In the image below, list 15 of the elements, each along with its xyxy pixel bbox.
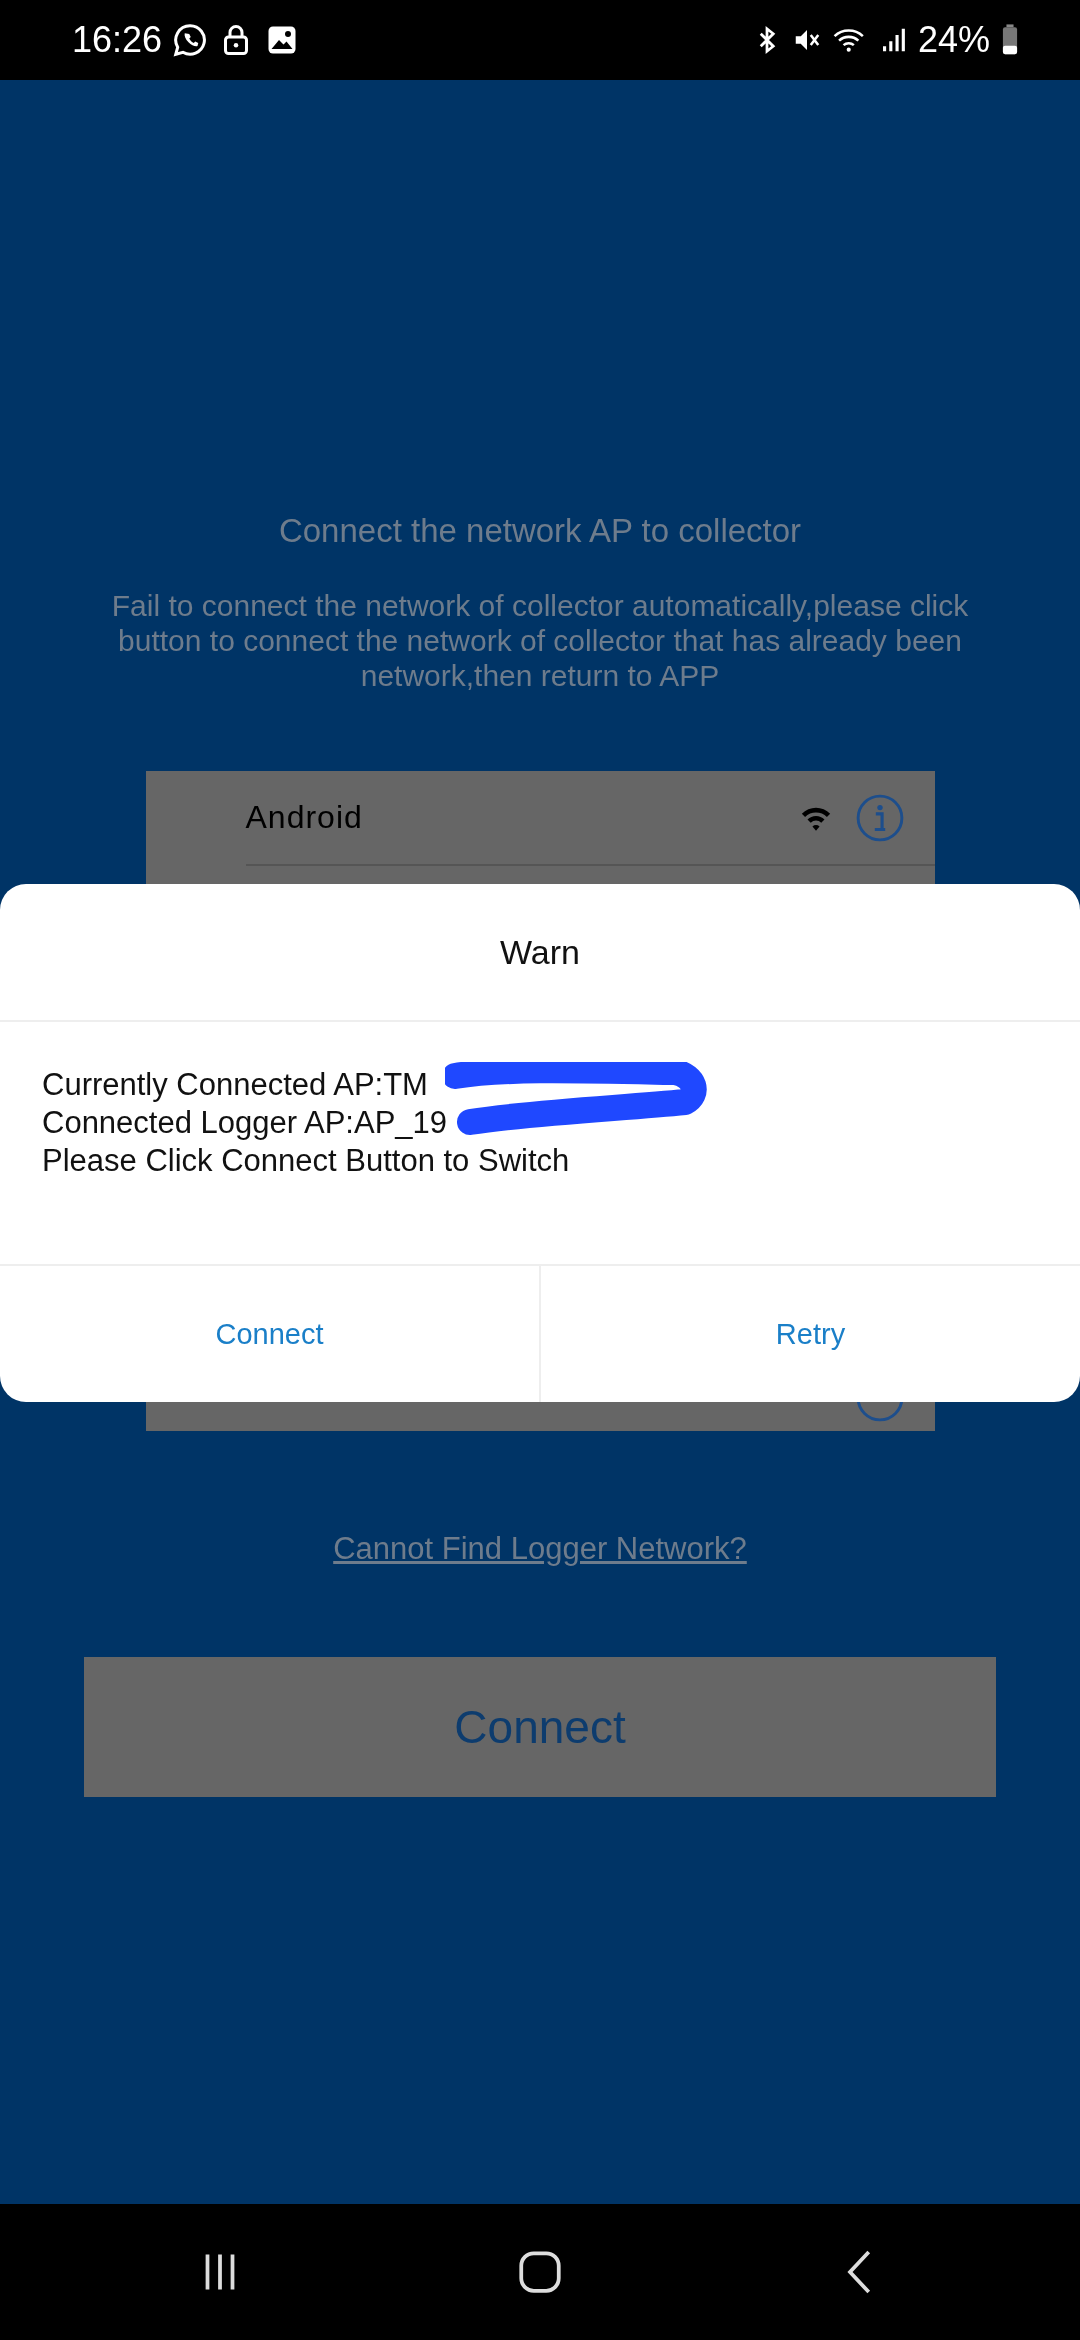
dialog-button[interactable]: Retry xyxy=(539,1266,1080,1402)
page-title: Connect the network AP to collector xyxy=(278,512,802,550)
network-name[interactable]: Android xyxy=(245,799,799,836)
dialog-message-line: Connected Logger AP:AP_19 xyxy=(42,1104,449,1142)
battery-percent: 24% xyxy=(917,19,990,61)
dialog-title: Warn xyxy=(0,884,1080,1022)
dialog-button[interactable]: Connect xyxy=(0,1266,539,1402)
chat-icon xyxy=(172,22,209,58)
dialog-message-line: Please Click Connect Button to Switch xyxy=(42,1142,571,1180)
help-link[interactable]: Cannot Find Logger Network? xyxy=(333,1531,747,1567)
dialog-message-line: Currently Connected AP:TM xyxy=(42,1066,429,1104)
instruction-text: Fail to connect the network of collector automatically,please click button to connect the network of collector that has already been network,then return to APP xyxy=(110,588,970,693)
battery-icon xyxy=(1000,23,1020,57)
clock: 16:26 xyxy=(72,19,163,61)
connect-button[interactable]: Connect xyxy=(84,1657,996,1797)
